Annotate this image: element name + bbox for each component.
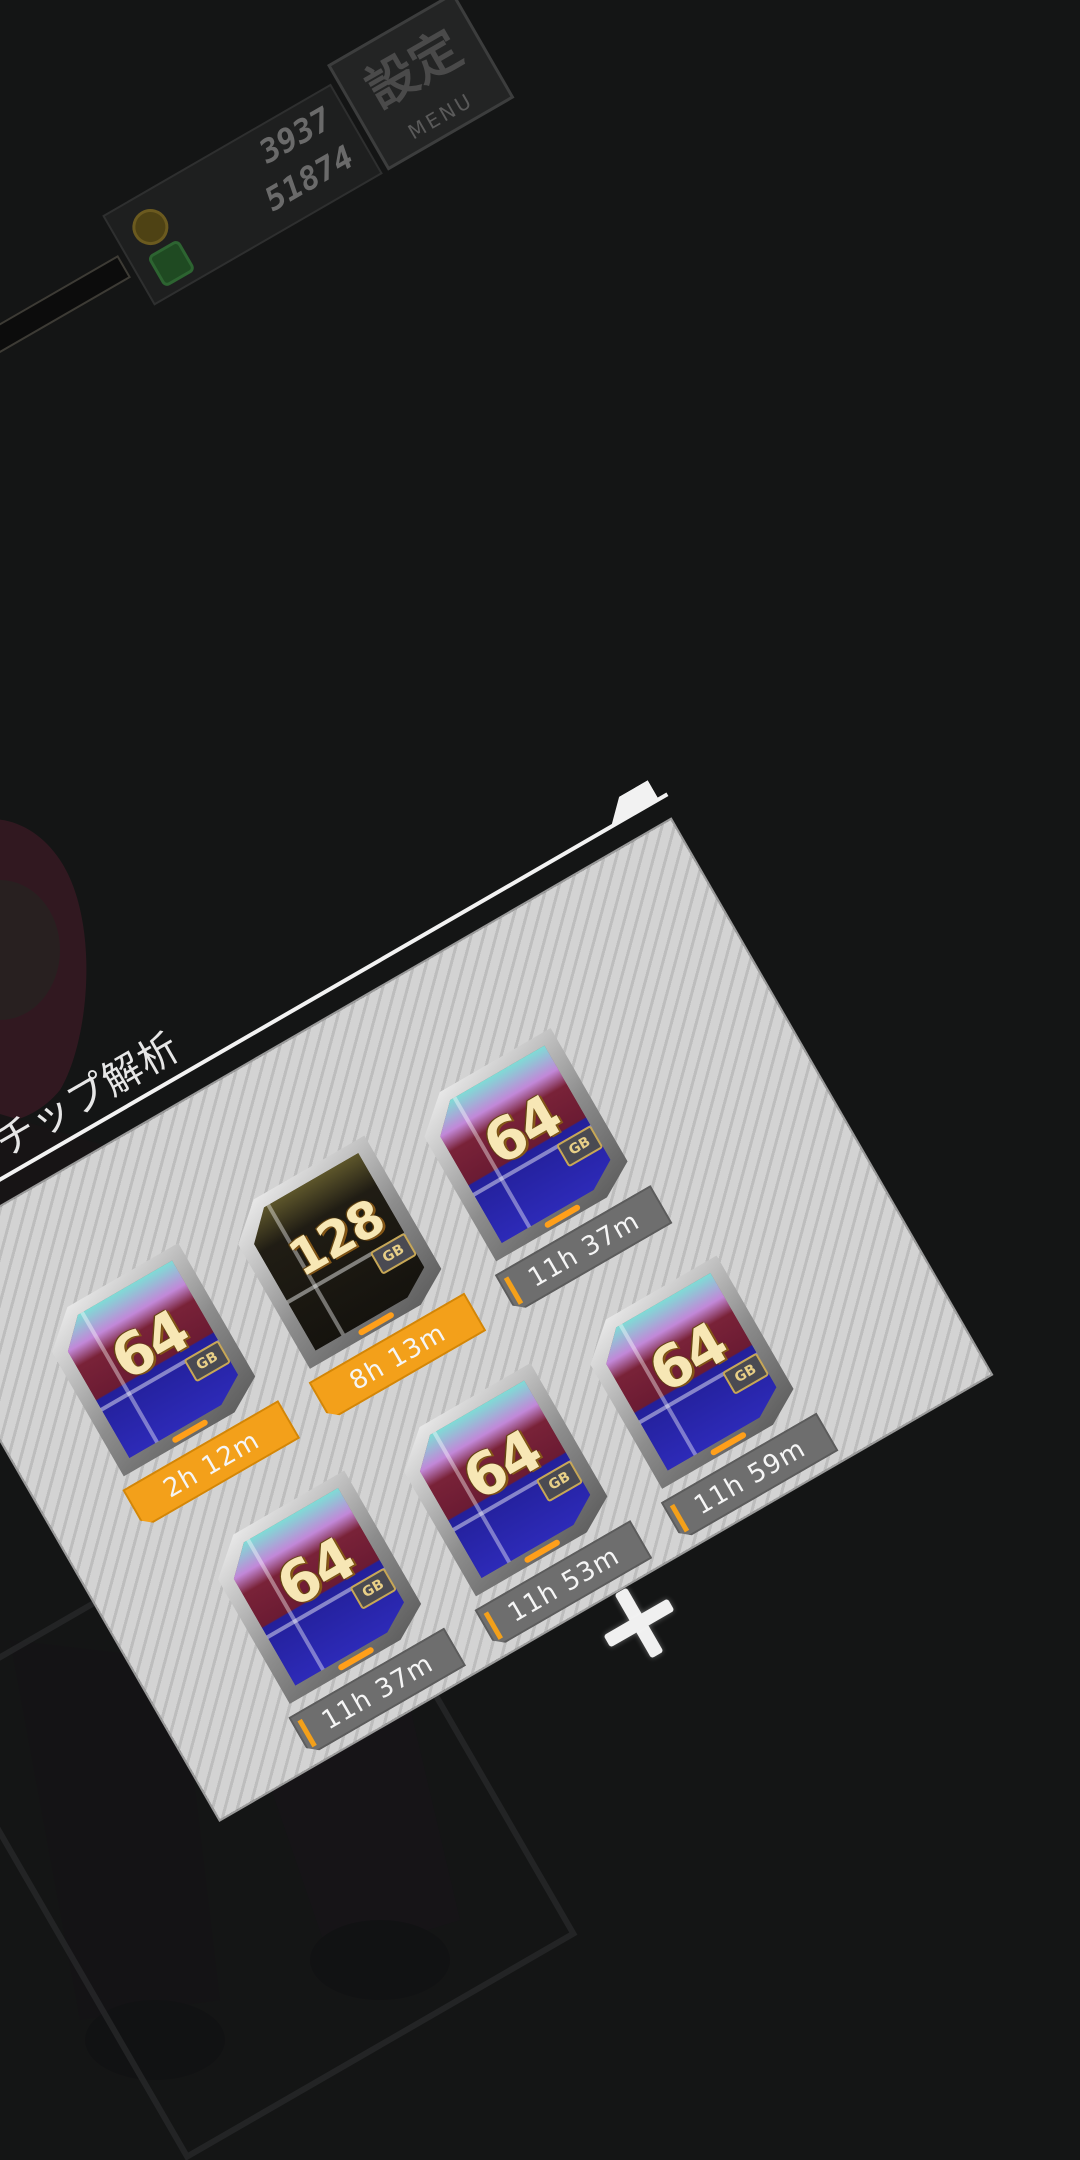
stamina-bar [0,254,132,375]
top-hud: 00 3937 51874 設定 MENU [0,0,515,413]
game-screen: 00 3937 51874 設定 MENU タチップ解析 64 GB [0,0,1080,2160]
close-button[interactable] [594,1578,684,1668]
green-gem-icon [146,238,196,288]
currency-panel: 3937 51874 [102,83,383,306]
